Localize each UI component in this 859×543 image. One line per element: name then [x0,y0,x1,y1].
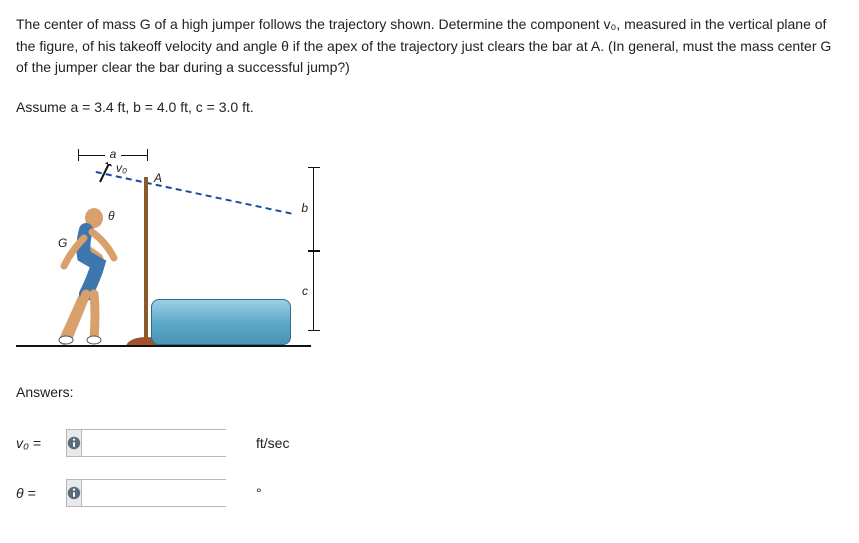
theta-label: θ = [16,483,66,505]
v0-unit: ft/sec [256,433,289,455]
bar-post [144,177,148,347]
v0-input[interactable] [82,430,270,456]
theta-input-group [66,479,226,507]
label-c: c [302,282,308,301]
label-a: a [108,145,119,164]
v0-input-group [66,429,226,457]
ground-line [16,345,311,347]
answer-row-theta: θ = ° [16,479,843,507]
jumper-illustration [44,200,124,345]
problem-figure: a v₀ A θ G b c [16,137,316,352]
label-b: b [301,199,308,218]
info-icon[interactable] [67,430,82,456]
dimension-b-line [313,167,314,251]
assumption-text: Assume a = 3.4 ft, b = 4.0 ft, c = 3.0 f… [16,97,843,119]
answers-heading: Answers: [16,382,843,404]
theta-unit: ° [256,483,262,505]
answer-row-v0: v₀ = ft/sec [16,429,843,457]
dimension-c-line [313,251,314,331]
v0-label: v₀ = [16,433,66,455]
landing-mat [151,299,291,345]
label-A-point: A [154,169,162,188]
question-text: The center of mass G of a high jumper fo… [16,14,843,79]
dimension-a: a [78,149,148,161]
